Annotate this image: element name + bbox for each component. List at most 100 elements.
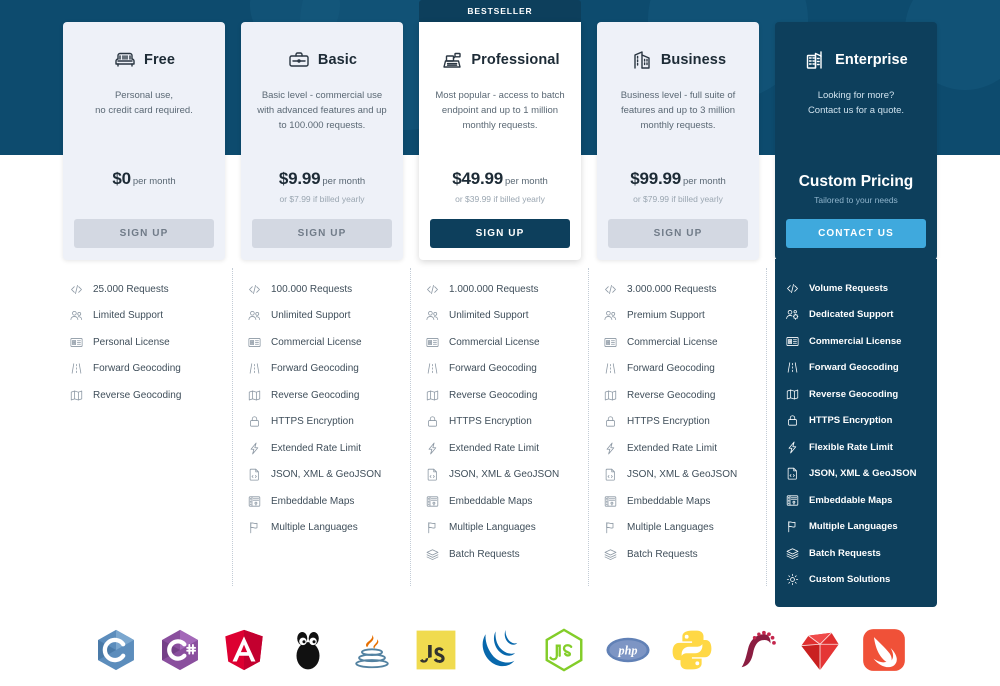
feature-item: 1.000.000 Requests bbox=[425, 276, 577, 303]
plan-header-business: Business bbox=[608, 48, 748, 72]
price-yearly-note-business: or $79.99 if billed yearly bbox=[633, 194, 723, 204]
pricing-plans-row: Free Personal use, no credit card require… bbox=[0, 0, 1000, 607]
pricing-card-business: Business Business level - full suite of f… bbox=[597, 0, 767, 586]
tech-logo-jquery-icon bbox=[477, 627, 523, 673]
badge-spacer bbox=[63, 0, 225, 22]
flag-icon bbox=[247, 520, 262, 535]
road-icon bbox=[603, 361, 618, 376]
feature-item: Extended Rate Limit bbox=[425, 435, 577, 462]
feature-list-business: 3.000.000 Requests Premium Support Commerc… bbox=[597, 260, 759, 578]
cash-register-icon bbox=[440, 48, 464, 72]
feature-label: HTTPS Encryption bbox=[627, 416, 710, 428]
pricing-page: Free Personal use, no credit card require… bbox=[0, 0, 1000, 686]
plan-description-basic: Basic level - commercial use with advanc… bbox=[257, 90, 387, 131]
road-icon bbox=[69, 361, 84, 376]
feature-label: Dedicated Support bbox=[809, 309, 894, 321]
users-icon bbox=[603, 308, 618, 323]
feature-item: Embeddable Maps bbox=[785, 487, 933, 514]
feature-label: Embeddable Maps bbox=[271, 495, 355, 507]
feature-item: Commercial License bbox=[785, 328, 933, 355]
sign-up-button-basic[interactable]: SIGN UP bbox=[252, 219, 392, 248]
plan-name-free: Free bbox=[143, 52, 176, 68]
license-icon bbox=[603, 335, 618, 350]
price-period-basic: per month bbox=[322, 176, 366, 187]
map-icon bbox=[603, 388, 618, 403]
feature-label: Custom Solutions bbox=[809, 574, 891, 586]
feature-item: Reverse Geocoding bbox=[785, 381, 933, 408]
feature-label: JSON, XML & GeoJSON bbox=[449, 469, 560, 481]
code-icon bbox=[69, 282, 84, 297]
feature-item: Custom Solutions bbox=[785, 567, 933, 594]
badge-spacer bbox=[241, 0, 403, 22]
feature-item: Forward Geocoding bbox=[69, 356, 221, 383]
feature-item: Unlimited Support bbox=[425, 303, 577, 330]
feature-item: HTTPS Encryption bbox=[425, 409, 577, 436]
embed-map-icon bbox=[785, 493, 800, 508]
feature-label: Multiple Languages bbox=[627, 522, 714, 534]
feature-label: Commercial License bbox=[809, 335, 902, 347]
flag-icon bbox=[425, 520, 440, 535]
feature-label: 3.000.000 Requests bbox=[627, 283, 717, 295]
sign-up-button-business[interactable]: SIGN UP bbox=[608, 219, 748, 248]
feature-label: Multiple Languages bbox=[809, 521, 898, 533]
price-amount-basic: $9.99 bbox=[278, 169, 321, 188]
bolt-icon bbox=[785, 440, 800, 455]
plan-header-enterprise: Enterprise bbox=[786, 48, 926, 72]
feature-item: Extended Rate Limit bbox=[603, 435, 755, 462]
badge-spacer bbox=[597, 0, 759, 22]
embed-map-icon bbox=[247, 494, 262, 509]
feature-item: Reverse Geocoding bbox=[603, 382, 755, 409]
pricing-card-free: Free Personal use, no credit card require… bbox=[63, 0, 233, 586]
users-gear-icon bbox=[785, 307, 800, 322]
plan-name-business: Business bbox=[660, 52, 727, 68]
bolt-icon bbox=[603, 441, 618, 456]
plan-card-body-professional: Professional Most popular - access to bat… bbox=[419, 22, 581, 260]
feature-item: Commercial License bbox=[247, 329, 399, 356]
plan-card-body-basic: Basic Basic level - commercial use with a… bbox=[241, 22, 403, 260]
feature-item: Personal License bbox=[69, 329, 221, 356]
plan-description-enterprise: Looking for more? Contact us for a quote… bbox=[807, 90, 905, 116]
column-separator bbox=[410, 268, 411, 586]
users-icon bbox=[247, 308, 262, 323]
feature-item: Commercial License bbox=[425, 329, 577, 356]
contact-us-button-enterprise[interactable]: CONTACT US bbox=[786, 219, 926, 248]
tech-logo-c-icon bbox=[93, 627, 139, 673]
users-icon bbox=[69, 308, 84, 323]
lock-icon bbox=[785, 413, 800, 428]
feature-item: Unlimited Support bbox=[247, 303, 399, 330]
price-amount-free: $0 bbox=[112, 169, 131, 188]
tech-logo-js-icon bbox=[413, 627, 459, 673]
feature-label: Commercial License bbox=[271, 336, 362, 348]
feature-label: Extended Rate Limit bbox=[627, 442, 718, 454]
tech-logo-ruby-icon bbox=[797, 627, 843, 673]
tech-logo-perl-icon bbox=[733, 627, 779, 673]
gear-icon bbox=[785, 572, 800, 587]
plan-card-body-free: Free Personal use, no credit card require… bbox=[63, 22, 225, 260]
sign-up-button-free[interactable]: SIGN UP bbox=[74, 219, 214, 248]
pricing-card-basic: Basic Basic level - commercial use with a… bbox=[241, 0, 411, 586]
feature-label: Extended Rate Limit bbox=[271, 442, 362, 454]
feature-label: 25.000 Requests bbox=[93, 283, 169, 295]
price-period-professional: per month bbox=[505, 176, 548, 187]
plan-description-business: Business level - full suite of features … bbox=[620, 90, 736, 131]
badge-spacer bbox=[775, 0, 937, 22]
sign-up-button-professional[interactable]: SIGN UP bbox=[430, 219, 570, 248]
feature-label: Reverse Geocoding bbox=[271, 389, 360, 401]
feature-item: Limited Support bbox=[69, 303, 221, 330]
column-separator bbox=[232, 268, 233, 586]
feature-item: Volume Requests bbox=[785, 275, 933, 302]
price-yearly-note-basic: or $7.99 if billed yearly bbox=[279, 194, 365, 204]
license-icon bbox=[247, 335, 262, 350]
feature-item: Multiple Languages bbox=[785, 514, 933, 541]
price-row-business: $99.99 per month bbox=[608, 169, 748, 189]
embed-map-icon bbox=[425, 494, 440, 509]
price-row-professional: $49.99 per month bbox=[430, 169, 570, 189]
feature-label: Forward Geocoding bbox=[271, 363, 359, 375]
feature-item: Reverse Geocoding bbox=[247, 382, 399, 409]
pricing-card-professional: BESTSELLER Professional Most popular - ac… bbox=[419, 0, 589, 586]
feature-label: 100.000 Requests bbox=[271, 283, 353, 295]
feature-item: Flexible Rate Limit bbox=[785, 434, 933, 461]
svg-text:php: php bbox=[618, 643, 638, 657]
map-icon bbox=[425, 388, 440, 403]
feature-item: Embeddable Maps bbox=[425, 488, 577, 515]
